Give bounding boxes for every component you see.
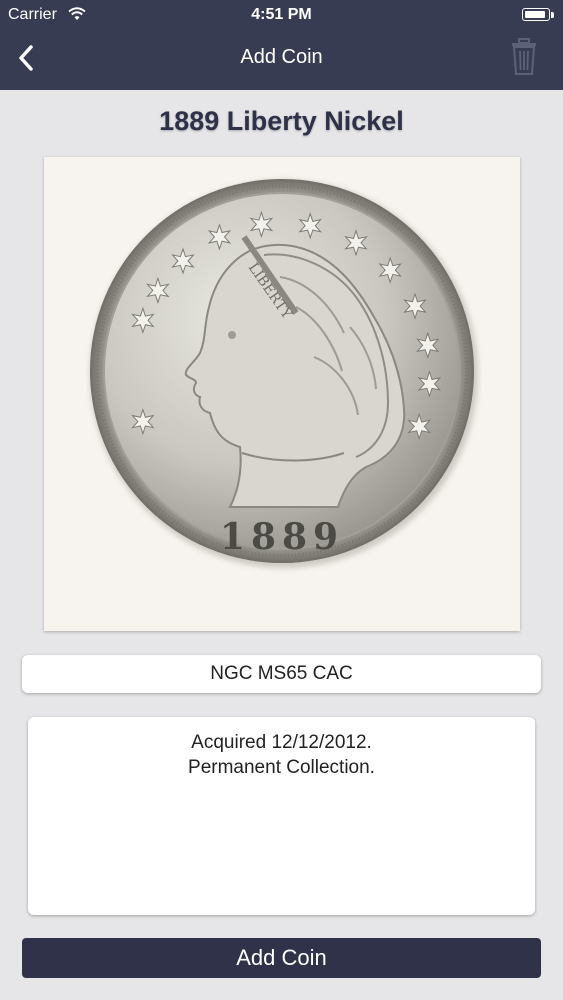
coin-title: 1889 Liberty Nickel: [159, 106, 404, 136]
navigation-header: Carrier 4:51 PM Add Coin: [0, 0, 563, 90]
notes-field[interactable]: Acquired 12/12/2012. Permanent Collectio…: [28, 717, 535, 915]
status-time: 4:51 PM: [251, 6, 312, 23]
page-title: Add Coin: [240, 46, 323, 68]
coin-photo[interactable]: LIBERTY 1889: [44, 157, 520, 631]
notes-line-1: Acquired 12/12/2012.: [191, 732, 372, 753]
notes-line-2: Permanent Collection.: [188, 757, 375, 778]
add-coin-button[interactable]: Add Coin: [22, 938, 541, 978]
battery-level-fill: [525, 11, 545, 18]
coin-date-text: 1889: [220, 516, 344, 558]
liberty-nickel-image: LIBERTY 1889: [90, 179, 478, 568]
battery-tip: [551, 12, 554, 18]
status-bar: Carrier 4:51 PM: [0, 0, 563, 30]
battery-icon: [522, 8, 550, 21]
grade-field[interactable]: NGC MS65 CAC: [22, 655, 541, 693]
trash-icon: [512, 38, 536, 75]
nav-bar: Add Coin: [0, 30, 563, 90]
delete-button[interactable]: [506, 36, 542, 76]
